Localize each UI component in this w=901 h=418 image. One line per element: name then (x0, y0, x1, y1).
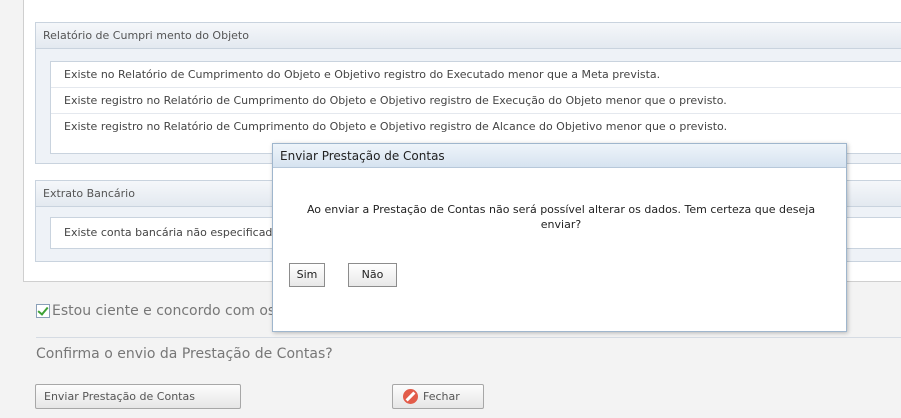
close-icon (403, 389, 418, 404)
report-section-body: Existe no Relatório de Cumprimento do Ob… (50, 61, 901, 154)
confirm-dialog: Enviar Prestação de Contas Ao enviar a P… (272, 143, 847, 332)
send-button[interactable]: Enviar Prestação de Contas (35, 384, 241, 409)
dialog-title: Enviar Prestação de Contas (273, 144, 846, 168)
list-item: Existe no Relatório de Cumprimento do Ob… (51, 62, 901, 88)
dialog-message: Ao enviar a Prestação de Contas não será… (306, 203, 816, 231)
divider (36, 337, 901, 338)
send-button-label: Enviar Prestação de Contas (44, 390, 195, 403)
yes-button[interactable]: Sim (289, 263, 325, 287)
close-button-label: Fechar (423, 390, 460, 403)
agree-checkbox[interactable] (36, 304, 50, 318)
report-section-title: Relatório de Cumpri mento do Objeto (36, 23, 901, 49)
no-button[interactable]: Não (348, 263, 397, 287)
list-item: Existe registro no Relatório de Cumprime… (51, 88, 901, 114)
list-item: Existe registro no Relatório de Cumprime… (64, 120, 728, 133)
close-button[interactable]: Fechar (392, 384, 484, 409)
confirm-question: Confirma o envio da Prestação de Contas? (36, 346, 333, 362)
page: Relatório de Cumpri mento do Objeto Exis… (0, 0, 901, 418)
